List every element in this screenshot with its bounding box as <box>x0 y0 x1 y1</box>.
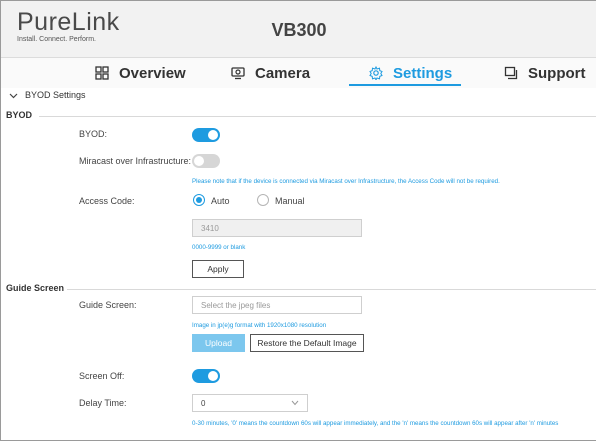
toggle-knob <box>208 130 218 140</box>
access-code-manual-radio[interactable] <box>257 194 269 206</box>
byod-toggle[interactable] <box>192 128 220 142</box>
tab-label: Camera <box>255 64 311 82</box>
screen-off-label: Screen Off: <box>79 371 125 381</box>
access-code-manual-label: Manual <box>275 196 305 206</box>
access-code-auto-label: Auto <box>211 196 230 206</box>
miracast-note: Please note that if the device is connec… <box>192 178 500 185</box>
miracast-toggle[interactable] <box>192 154 220 168</box>
guide-screen-file-input[interactable]: Select the jpeg files <box>192 296 362 314</box>
chevron-down-icon <box>9 93 18 98</box>
delay-time-select[interactable]: 0 <box>192 394 308 412</box>
access-code-label: Access Code: <box>79 196 135 206</box>
header-bar: PureLink Install. Connect. Perform. VB30… <box>1 1 596 58</box>
upload-button[interactable]: Upload <box>192 334 245 352</box>
camera-icon <box>231 67 245 80</box>
screen-off-toggle[interactable] <box>192 369 220 383</box>
guide-screen-file-hint: Image in jp(e)g format with 1920x1080 re… <box>192 322 327 329</box>
restore-default-image-button[interactable]: Restore the Default Image <box>250 334 364 352</box>
app-window: PureLink Install. Connect. Perform. VB30… <box>0 0 596 441</box>
toggle-knob <box>208 371 218 381</box>
device-title: VB300 <box>271 20 327 40</box>
access-code-input[interactable]: 3410 <box>192 219 362 237</box>
section-collapse-toggle[interactable]: BYOD Settings <box>9 88 86 102</box>
group-divider <box>39 116 596 117</box>
grid-icon <box>95 66 109 80</box>
delay-time-note: 0-30 minutes, '0' means the countdown 60… <box>192 420 559 427</box>
main-nav: Overview Camera Settings Support <box>1 58 596 88</box>
byod-label: BYOD: <box>79 129 108 139</box>
chevron-down-icon <box>291 400 299 406</box>
tab-label: Support <box>528 64 586 82</box>
tab-label: Settings <box>393 64 453 82</box>
apply-button[interactable]: Apply <box>192 260 244 278</box>
tab-support[interactable]: Support <box>504 58 586 88</box>
tab-overview[interactable]: Overview <box>95 58 186 88</box>
support-icon <box>504 66 518 80</box>
section-title: BYOD Settings <box>25 90 86 100</box>
group-label-byod: BYOD <box>6 110 33 120</box>
toggle-knob <box>194 156 204 166</box>
guide-screen-label: Guide Screen: <box>79 300 137 310</box>
gear-icon <box>369 66 383 80</box>
group-label-guide-screen: Guide Screen <box>6 283 65 293</box>
access-code-auto-radio[interactable] <box>193 194 205 206</box>
delay-time-value: 0 <box>201 398 206 408</box>
access-code-hint: 0000-9999 or blank <box>192 244 246 251</box>
miracast-label: Miracast over Infrastructure: <box>79 156 192 166</box>
group-divider <box>67 289 596 290</box>
tab-label: Overview <box>119 64 186 82</box>
tab-camera[interactable]: Camera <box>231 58 310 88</box>
active-tab-indicator <box>349 84 461 86</box>
delay-time-label: Delay Time: <box>79 398 127 408</box>
